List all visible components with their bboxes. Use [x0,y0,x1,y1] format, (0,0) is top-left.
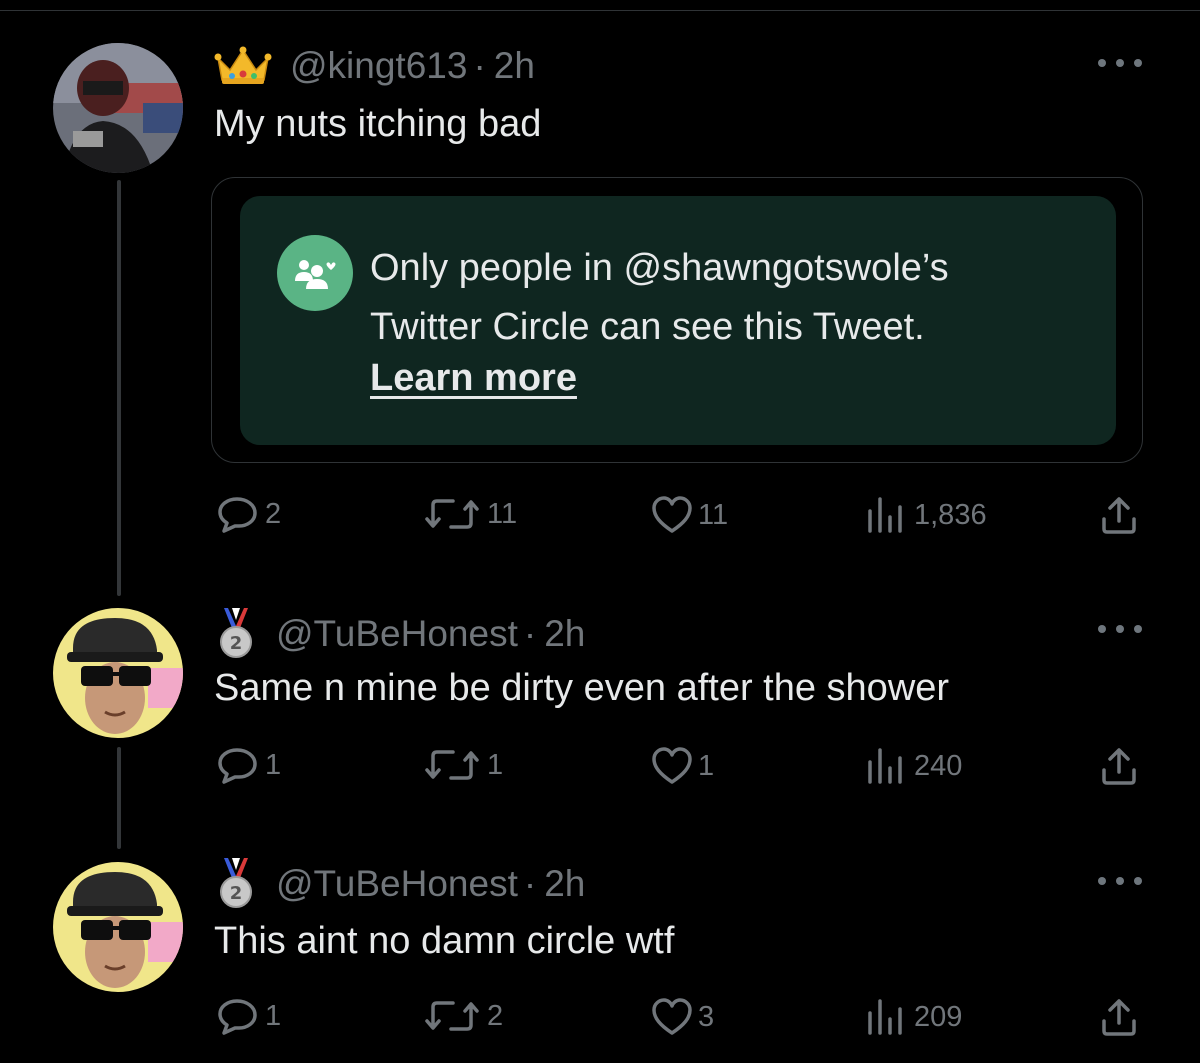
reply-count: 2 [265,497,282,530]
second-place-medal-icon: 2 [214,858,258,910]
reply-count: 1 [265,999,282,1032]
like-count: 3 [698,1000,715,1033]
views-button[interactable]: 1,836 [862,495,987,535]
dot [1098,625,1106,633]
dot [1116,877,1124,885]
reply-icon [218,497,257,533]
reply-icon [218,999,257,1035]
view-count: 1,836 [914,498,987,531]
dot [1134,625,1142,633]
svg-text:2: 2 [230,883,243,904]
svg-text:2: 2 [230,633,243,654]
like-count: 1 [698,749,715,782]
dot [1134,59,1142,67]
reply-icon [218,748,257,784]
reply-count: 1 [265,748,282,781]
tweet-actions: 1 2 3 209 [0,997,1200,1037]
tweet-header: 2 @TuBeHonest · 2h [214,858,585,910]
dot [1098,59,1106,67]
user-handle[interactable]: @TuBeHonest [276,863,518,905]
reply-button[interactable]: 1 [217,746,281,784]
tweet-header: @kingt613 · 2h [214,45,535,87]
retweet-icon [425,750,479,780]
retweet-button[interactable]: 2 [423,997,503,1035]
retweet-count: 2 [487,999,504,1032]
heart-icon [652,496,692,533]
avatar[interactable] [53,862,183,992]
dot [1098,877,1106,885]
views-button[interactable]: 240 [862,746,962,786]
reply-button[interactable]: 1 [217,997,281,1035]
share-button[interactable] [1099,746,1139,786]
like-button[interactable]: 1 [650,746,714,786]
retweet-button[interactable]: 11 [423,495,517,533]
circle-notice-text: Only people in @shawngotswole’s Twitter … [370,239,949,357]
like-count: 11 [698,498,729,531]
avatar[interactable] [53,43,183,173]
share-icon [1102,999,1136,1036]
twitter-circle-icon [277,235,353,311]
top-divider [0,10,1200,11]
more-options-button[interactable] [1098,58,1142,68]
reply-button[interactable]: 2 [217,495,281,533]
analytics-icon [868,999,902,1035]
heart-icon [652,998,692,1035]
dot [1116,59,1124,67]
tweet-header: 2 @TuBeHonest · 2h [214,608,585,660]
user-handle[interactable]: @TuBeHonest [276,613,518,655]
learn-more-link[interactable]: Learn more [370,357,577,400]
retweet-count: 11 [487,497,518,530]
share-icon [1102,497,1136,534]
second-place-medal-icon: 2 [214,608,258,660]
tweet-actions: 1 1 1 240 [0,746,1200,786]
timestamp[interactable]: 2h [544,863,585,905]
share-button[interactable] [1099,495,1139,535]
timestamp[interactable]: 2h [494,45,535,87]
analytics-icon [868,497,902,533]
avatar[interactable] [53,608,183,738]
retweet-icon [425,1001,479,1031]
retweet-icon [425,499,479,529]
dot-separator: · [473,45,486,86]
user-handle[interactable]: @kingt613 [290,45,467,87]
tweet-text: This aint no damn circle wtf [214,920,675,962]
tweet-actions: 2 11 11 1,836 [0,495,1200,535]
like-button[interactable]: 11 [650,495,728,535]
view-count: 209 [914,1000,963,1033]
share-icon [1102,748,1136,785]
more-options-button[interactable] [1098,876,1142,886]
dot-separator: · [523,613,537,654]
heart-icon [652,747,692,784]
dot [1134,877,1142,885]
circle-notice-line1: Only people in @shawngotswole’s [370,247,949,289]
dot-separator: · [523,863,537,904]
view-count: 240 [914,749,963,782]
views-button[interactable]: 209 [862,997,962,1037]
tweet-text: Same n mine be dirty even after the show… [214,667,950,709]
timestamp[interactable]: 2h [544,613,585,655]
more-options-button[interactable] [1098,624,1142,634]
like-button[interactable]: 3 [650,997,714,1037]
tweet-text: My nuts itching bad [214,103,542,145]
share-button[interactable] [1099,997,1139,1037]
dot [1116,625,1124,633]
retweet-button[interactable]: 1 [423,746,503,784]
analytics-icon [868,748,902,784]
circle-notice-line2: Twitter Circle can see this Tweet. [370,306,925,348]
retweet-count: 1 [487,748,504,781]
crown-icon [214,46,272,86]
